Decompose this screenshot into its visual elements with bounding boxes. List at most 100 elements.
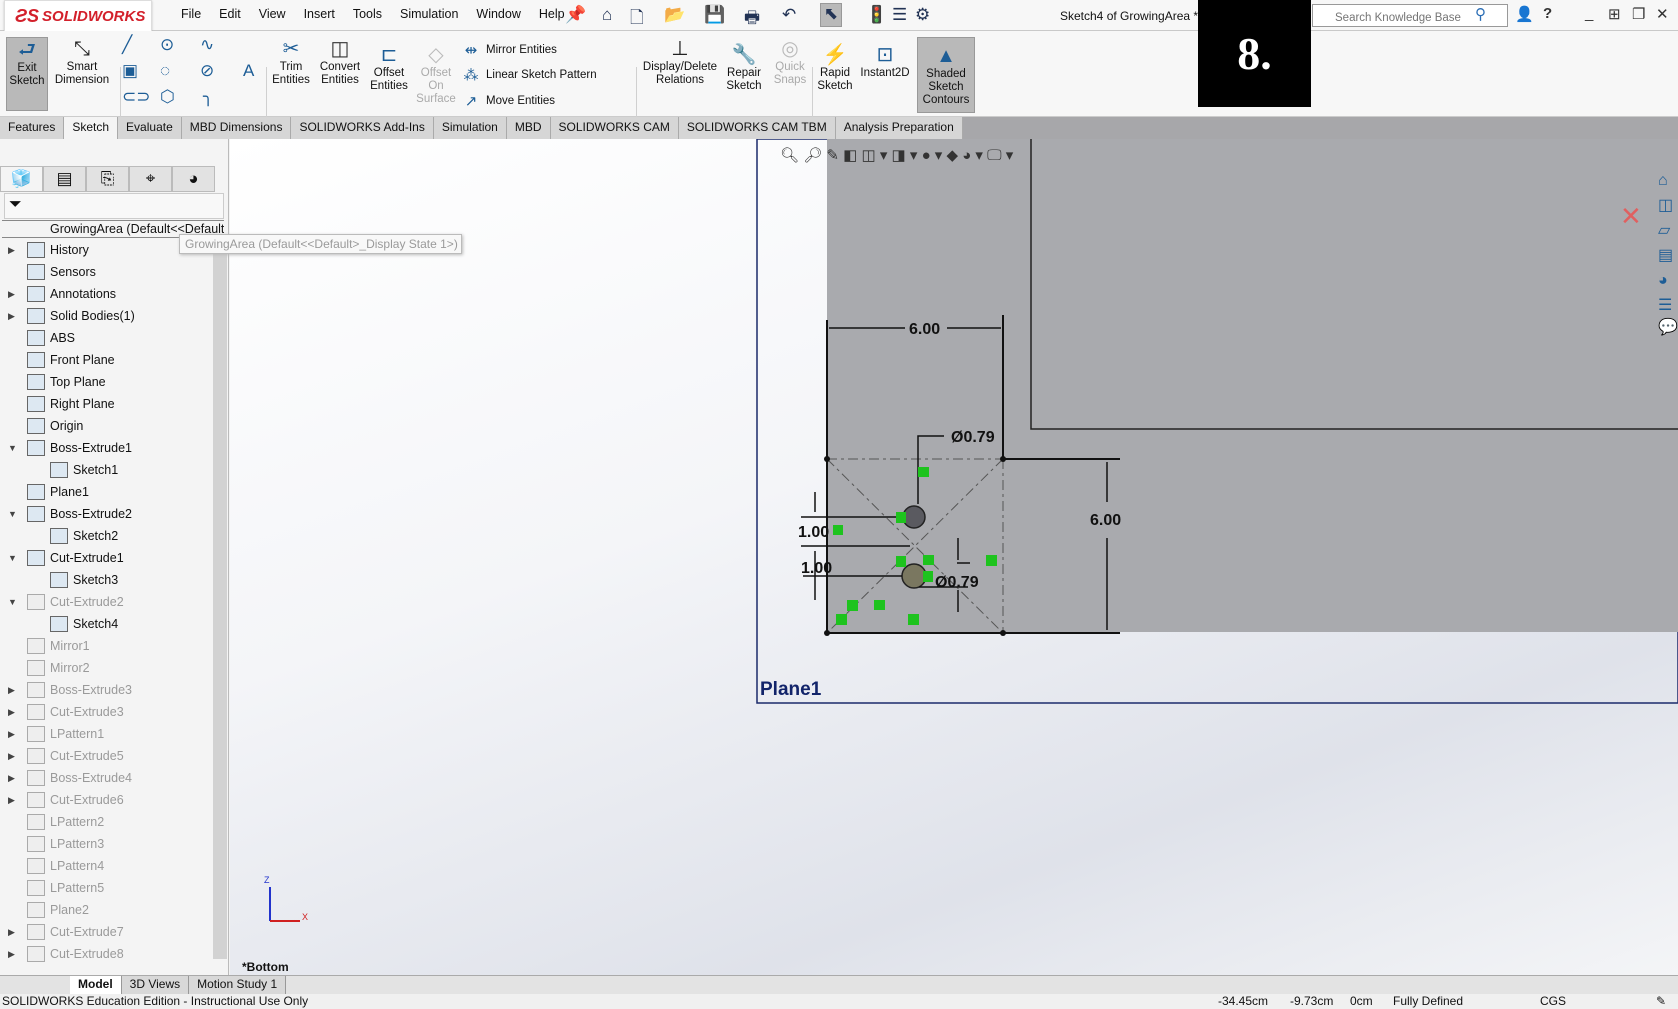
mirror-entities-button[interactable]: ⇹ Mirror Entities (462, 41, 557, 59)
tab-analysis-preparation[interactable]: Analysis Preparation (835, 117, 963, 139)
search-icon[interactable]: ⚲ (1475, 5, 1486, 23)
tree-item[interactable]: ▶ Cut-Extrude8 (0, 943, 213, 965)
expand-arrow-icon[interactable]: ▶ (8, 305, 15, 327)
tree-item[interactable]: ▶ Annotations (0, 283, 213, 305)
tree-item[interactable]: Origin (0, 415, 213, 437)
home-icon[interactable]: ⌂ (602, 5, 612, 25)
tree-item[interactable]: ▶ Cut-Extrude7 (0, 921, 213, 943)
close-icon[interactable]: ✕ (1656, 5, 1669, 23)
filter-icon[interactable]: ⏷ (4, 193, 224, 219)
tree-item[interactable]: ▶ Boss-Extrude4 (0, 767, 213, 789)
rebuild-icon[interactable]: 🚦 (866, 5, 887, 25)
tree-item[interactable]: LPattern3 (0, 833, 213, 855)
expand-arrow-icon[interactable]: ▶ (8, 767, 15, 789)
expand-arrow-icon[interactable]: ▶ (8, 789, 15, 811)
expand-arrow-icon[interactable]: ▶ (8, 943, 15, 965)
expand-arrow-icon[interactable]: ▶ (8, 679, 15, 701)
collapse-arrow-icon[interactable]: ▼ (8, 437, 17, 459)
file-properties-icon[interactable]: ☰ (892, 5, 907, 25)
tab-features[interactable]: Features (0, 117, 65, 139)
customize-icon[interactable]: ✎ (1656, 994, 1666, 1009)
tree-item[interactable]: LPattern5 (0, 877, 213, 899)
tree-item[interactable]: ABS (0, 327, 213, 349)
print-icon[interactable]: 🖶 (744, 5, 760, 34)
configurationmanager-tab-icon[interactable]: ⎘ (86, 166, 129, 192)
convert-entities-button[interactable]: ◫ Convert Entities (314, 37, 366, 87)
open-icon[interactable]: 📂 (664, 5, 685, 25)
tree-scrollbar[interactable] (213, 239, 227, 959)
menu-edit[interactable]: Edit (210, 7, 250, 21)
tab-mbd[interactable]: MBD (506, 117, 551, 139)
tree-item[interactable]: Sketch4 (0, 613, 213, 635)
unit-system[interactable]: CGS (1540, 994, 1566, 1009)
move-entities-button[interactable]: ↗ Move Entities (462, 92, 555, 110)
tab-simulation[interactable]: Simulation (433, 117, 507, 139)
tab-model[interactable]: Model (70, 976, 122, 994)
spline-icon[interactable]: ∿ (200, 35, 214, 55)
expand-arrow-icon[interactable]: ▶ (8, 745, 15, 767)
select-icon[interactable]: ⬉ (820, 3, 842, 27)
display-delete-relations-button[interactable]: ⊥ Display/Delete Relations (640, 37, 720, 87)
repair-sketch-button[interactable]: 🔧 Repair Sketch (722, 43, 766, 93)
tree-item[interactable]: Sketch2 (0, 525, 213, 547)
polygon-icon[interactable]: ⬡ (160, 87, 175, 107)
collapse-arrow-icon[interactable]: ▼ (8, 591, 17, 613)
tree-item[interactable]: Right Plane (0, 393, 213, 415)
options-gear-icon[interactable]: ⚙ (915, 5, 930, 25)
pin-icon[interactable]: 📌 (565, 5, 586, 25)
tab-addins[interactable]: SOLIDWORKS Add-Ins (291, 117, 434, 139)
ellipse-icon[interactable]: ⊘ (200, 61, 214, 81)
tab-cam-tbm[interactable]: SOLIDWORKS CAM TBM (678, 117, 836, 139)
expand-arrow-icon[interactable]: ▶ (8, 921, 15, 943)
collapse-arrow-icon[interactable]: ▼ (8, 547, 17, 569)
tab-3d-views[interactable]: 3D Views (121, 976, 190, 994)
minimize-icon[interactable]: _ (1585, 5, 1593, 22)
dimxpert-tab-icon[interactable]: ⌖ (129, 166, 172, 192)
exit-sketch-button[interactable]: ⮐ Exit Sketch (6, 37, 48, 111)
tree-item[interactable]: ▶ Solid Bodies(1) (0, 305, 213, 327)
tab-evaluate[interactable]: Evaluate (118, 117, 182, 139)
tree-item[interactable]: Plane2 (0, 899, 213, 921)
save-icon[interactable]: 💾 (704, 5, 725, 25)
tree-item[interactable]: ▶ Cut-Extrude3 (0, 701, 213, 723)
expand-arrow-icon[interactable]: ▶ (8, 283, 15, 305)
menu-file[interactable]: File (172, 7, 210, 21)
menu-tools[interactable]: Tools (344, 7, 391, 21)
tree-item[interactable]: ▶ Cut-Extrude6 (0, 789, 213, 811)
tree-item[interactable]: ▶ Boss-Extrude3 (0, 679, 213, 701)
circle-icon[interactable]: ⊙ (160, 35, 174, 55)
tab-motion-study-1[interactable]: Motion Study 1 (189, 976, 287, 994)
menu-insert[interactable]: Insert (295, 7, 344, 21)
tree-item[interactable]: ▼ Boss-Extrude2 (0, 503, 213, 525)
tree-item[interactable]: ▶ LPattern1 (0, 723, 213, 745)
menu-simulation[interactable]: Simulation (391, 7, 467, 21)
tree-item[interactable]: Sketch1 (0, 459, 213, 481)
quick-snaps-button[interactable]: ◎ Quick Snaps (768, 37, 812, 87)
trim-entities-button[interactable]: ✂ Trim Entities (270, 37, 312, 87)
tree-item[interactable]: LPattern4 (0, 855, 213, 877)
display-manager-tab-icon[interactable]: ◕ (172, 166, 215, 192)
offset-entities-button[interactable]: ⊏ Offset Entities (366, 43, 412, 93)
tab-mbd-dimensions[interactable]: MBD Dimensions (181, 117, 292, 139)
instant2d-button[interactable]: ⊡ Instant2D (858, 43, 912, 80)
help-icon[interactable]: ? (1543, 5, 1552, 22)
menu-window[interactable]: Window (467, 7, 529, 21)
tab-sketch[interactable]: Sketch (64, 117, 119, 139)
tree-item[interactable]: Top Plane (0, 371, 213, 393)
tree-item[interactable]: ▼ Cut-Extrude1 (0, 547, 213, 569)
tree-item[interactable]: Front Plane (0, 349, 213, 371)
arc-icon[interactable]: ◌ (160, 61, 170, 81)
tree-item[interactable]: ▼ Cut-Extrude2 (0, 591, 213, 613)
expand-arrow-icon[interactable]: ▶ (8, 701, 15, 723)
fillet-icon[interactable]: ╮ (203, 87, 213, 107)
collapse-arrow-icon[interactable]: ▼ (8, 503, 17, 525)
smart-dimension-button[interactable]: ⤡ Smart Dimension (52, 37, 112, 87)
tab-cam[interactable]: SOLIDWORKS CAM (550, 117, 679, 139)
rapid-sketch-button[interactable]: ⚡ Rapid Sketch (814, 43, 856, 93)
line-icon[interactable]: ╱ (122, 35, 132, 55)
restore-icon[interactable]: ❐ (1632, 5, 1645, 23)
slot-icon[interactable]: ⊂⊃ (122, 87, 151, 107)
rectangle-icon[interactable]: ▣ (122, 61, 138, 81)
expand-arrow-icon[interactable]: ▶ (8, 239, 15, 261)
undo-icon[interactable]: ↶ (782, 5, 796, 25)
